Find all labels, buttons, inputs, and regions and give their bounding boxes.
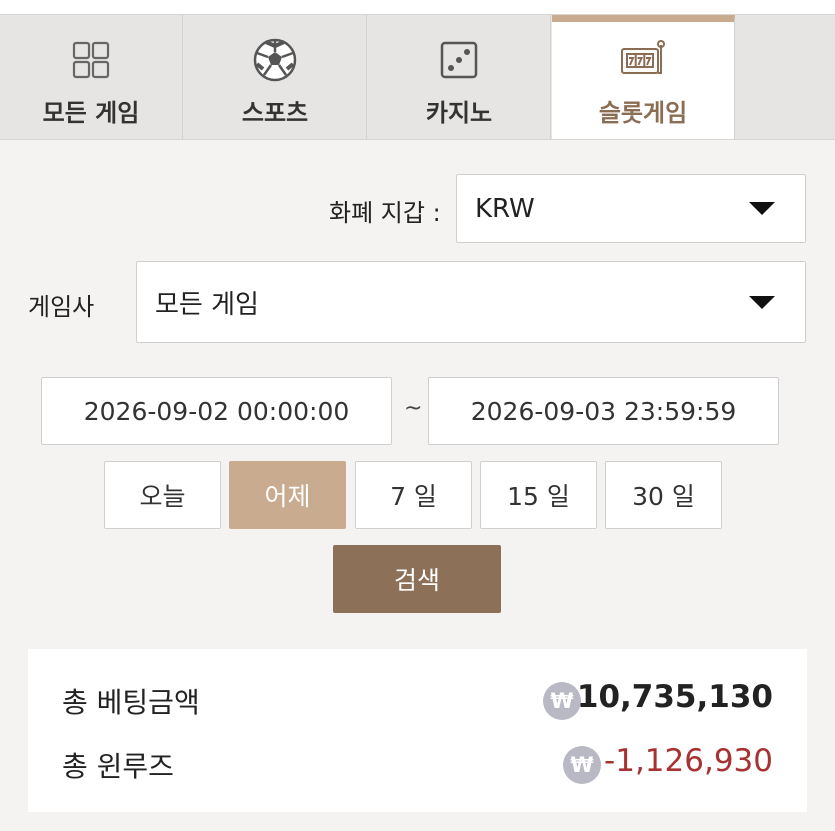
grid-icon [71, 37, 111, 83]
won-icon: ₩ [563, 746, 601, 784]
provider-select[interactable]: 모든 게임 [136, 261, 806, 343]
tab-slot-games[interactable]: 슬롯게임 [552, 15, 735, 139]
range-30days-button[interactable]: 30 일 [605, 461, 722, 529]
range-7days-button[interactable]: 7 일 [355, 461, 472, 529]
total-bet-row: 총 베팅금액 ₩ 10,735,130 [28, 673, 807, 723]
tab-sports[interactable]: 스포츠 [184, 15, 367, 139]
tab-label: 카지노 [425, 99, 493, 127]
range-15days-button[interactable]: 15 일 [480, 461, 597, 529]
tab-label: 슬롯게임 [598, 99, 688, 127]
chevron-down-icon [749, 295, 775, 309]
tab-fishing[interactable]: 낚시 [736, 15, 835, 139]
dice-icon [439, 37, 479, 83]
date-to-input[interactable]: 2026-09-03 23:59:59 [428, 377, 779, 445]
game-category-tabs: 모든 게임 스포츠 카지노 슬롯게임 [0, 14, 835, 140]
chevron-down-icon [749, 202, 775, 215]
wallet-select[interactable]: KRW [456, 174, 806, 243]
summary-panel: 총 베팅금액 ₩ 10,735,130 총 윈루즈 ₩ -1,126,930 [28, 649, 807, 812]
wallet-label: 화폐 지갑 : [329, 199, 441, 227]
tab-label: 모든 게임 [42, 99, 140, 127]
date-separator: ~ [404, 396, 423, 421]
search-button[interactable]: 검색 [333, 545, 501, 613]
slot-machine-icon [619, 37, 667, 83]
tab-all-games[interactable]: 모든 게임 [0, 15, 183, 139]
won-icon: ₩ [543, 682, 581, 720]
date-from-input[interactable]: 2026-09-02 00:00:00 [41, 377, 392, 445]
total-bet-value: 10,735,130 [576, 679, 773, 715]
tab-casino[interactable]: 카지노 [368, 15, 551, 139]
total-winloss-value: -1,126,930 [604, 743, 773, 779]
total-winloss-label: 총 윈루즈 [62, 750, 174, 783]
tab-label: 스포츠 [241, 99, 309, 127]
range-yesterday-button[interactable]: 어제 [229, 461, 346, 529]
provider-value: 모든 게임 [155, 289, 259, 320]
range-today-button[interactable]: 오늘 [104, 461, 221, 529]
total-bet-label: 총 베팅금액 [62, 686, 200, 719]
wallet-value: KRW [475, 193, 535, 224]
provider-label: 게임사 [28, 293, 95, 321]
total-winloss-row: 총 윈루즈 ₩ -1,126,930 [28, 737, 807, 787]
top-strip [0, 0, 835, 14]
soccer-ball-icon [253, 37, 297, 83]
